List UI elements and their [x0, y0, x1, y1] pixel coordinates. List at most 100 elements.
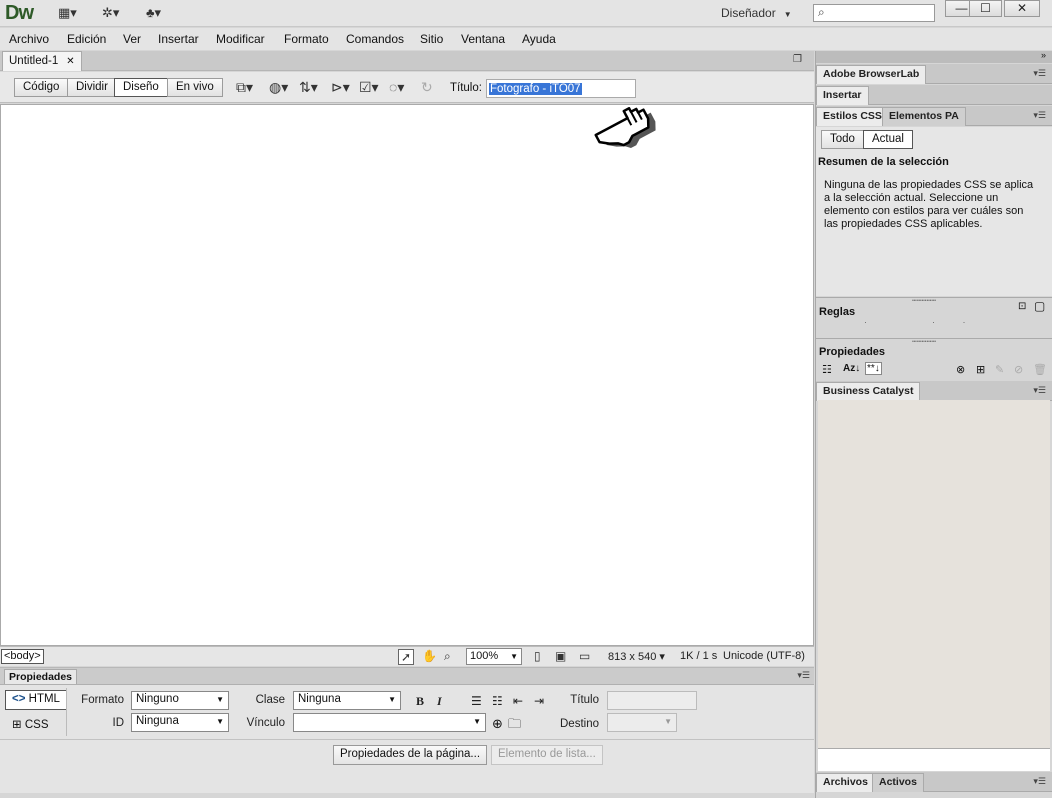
formato-select[interactable]: Ninguno ▼: [131, 691, 229, 710]
menu-ayuda[interactable]: Ayuda: [522, 32, 556, 46]
browser-preview-icon[interactable]: ◍▾: [269, 79, 288, 96]
browse-folder-icon[interactable]: 🗀: [508, 715, 521, 737]
tab-elementos-pa[interactable]: Elementos PA: [882, 107, 966, 126]
hand-tool-icon[interactable]: ✋: [422, 649, 437, 663]
panel-options-icon[interactable]: ▾☰: [1033, 385, 1046, 396]
resize-grip[interactable]: ┅┅┅┅┅: [912, 337, 936, 346]
propiedades-title: Propiedades: [819, 346, 886, 358]
menu-bar: Archivo Edición Ver Insertar Modificar F…: [0, 28, 1052, 50]
show-info-icon[interactable]: ▢: [1034, 299, 1045, 313]
menu-edicion[interactable]: Edición: [67, 32, 106, 46]
maximize-button[interactable]: ☐: [969, 0, 1002, 17]
tab-activos[interactable]: Activos: [872, 773, 924, 792]
workspace-switcher[interactable]: Diseñador ▼: [721, 6, 792, 20]
clase-select[interactable]: Ninguna ▼: [293, 691, 401, 710]
properties-tab[interactable]: Propiedades: [4, 669, 78, 684]
select-tool-icon[interactable]: ➚: [398, 649, 415, 665]
file-management-icon[interactable]: ⇅▾: [299, 79, 318, 96]
page-properties-button[interactable]: Propiedades de la página...: [333, 745, 488, 765]
gear-menu-icon[interactable]: ✲▾: [102, 5, 119, 21]
layout-menu-icon[interactable]: ▦▾: [58, 5, 77, 21]
design-canvas[interactable]: [0, 104, 814, 646]
new-css-rule-icon[interactable]: ⊞: [976, 363, 985, 376]
mobile-size-icon[interactable]: ▯: [534, 649, 541, 663]
visual-aids-icon[interactable]: ◌▾: [389, 79, 404, 96]
pointing-hand-cursor-icon: [594, 106, 656, 149]
tag-selector-body[interactable]: <body>: [1, 649, 44, 664]
view-split-button[interactable]: Dividir: [67, 78, 117, 97]
menu-comandos[interactable]: Comandos: [346, 32, 404, 46]
formato-label: Formato: [81, 694, 124, 706]
ordered-list-icon[interactable]: ☷: [492, 694, 503, 708]
menu-modificar[interactable]: Modificar: [216, 32, 265, 46]
selection-summary-title: Resumen de la selección: [818, 156, 949, 168]
inspect-icon[interactable]: ⊳▾: [331, 79, 350, 96]
menu-sitio[interactable]: Sitio: [420, 32, 443, 46]
view-live-button[interactable]: En vivo: [167, 78, 223, 97]
search-icon: ⌕: [818, 5, 825, 19]
menu-formato[interactable]: Formato: [284, 32, 329, 46]
search-input[interactable]: ⌕: [813, 4, 935, 22]
destino-select[interactable]: ▼: [607, 713, 677, 732]
tab-business-catalyst[interactable]: Business Catalyst: [816, 382, 921, 401]
tab-browserlab[interactable]: Adobe BrowserLab: [816, 65, 927, 84]
view-code-button[interactable]: Código: [14, 78, 69, 97]
tab-insertar[interactable]: Insertar: [816, 86, 869, 105]
document-tab[interactable]: Untitled-1 ✕: [2, 51, 82, 71]
encoding: Unicode (UTF-8): [723, 650, 805, 662]
vinculo-input[interactable]: ▼: [293, 713, 486, 732]
property-inspector-header: Propiedades ▾☰: [0, 668, 814, 685]
disable-property-icon[interactable]: ⊘: [1014, 363, 1023, 376]
multiscreen-icon[interactable]: ⧉▾: [236, 79, 253, 96]
resize-grip[interactable]: ┅┅┅┅┅: [912, 296, 936, 305]
tab-estilos-css[interactable]: Estilos CSS: [816, 107, 889, 126]
set-properties-view-icon[interactable]: **↓: [865, 362, 882, 375]
css-mode-button[interactable]: ⊞ CSS: [12, 717, 49, 731]
category-view-icon[interactable]: ☷: [822, 363, 832, 376]
menu-ventana[interactable]: Ventana: [461, 32, 505, 46]
attach-stylesheet-icon[interactable]: ⊗: [956, 363, 965, 376]
indent-icon[interactable]: ⇥: [534, 694, 544, 708]
tablet-size-icon[interactable]: ▣: [555, 649, 566, 663]
unordered-list-icon[interactable]: ☰: [471, 694, 482, 708]
titulo-label: Título: [570, 694, 599, 706]
actual-button[interactable]: Actual: [863, 130, 913, 149]
italic-icon[interactable]: I: [437, 694, 442, 709]
menu-archivo[interactable]: Archivo: [9, 32, 49, 46]
w3c-validation-icon[interactable]: ☑▾: [359, 79, 379, 96]
panel-options-icon[interactable]: ▾☰: [1033, 110, 1046, 121]
edit-rule-icon[interactable]: ✎: [995, 363, 1004, 376]
todo-button[interactable]: Todo: [821, 130, 864, 149]
tab-archivos[interactable]: Archivos: [816, 773, 875, 792]
show-cascade-icon[interactable]: ⊡: [1018, 301, 1026, 312]
panel-options-icon[interactable]: ▾☰: [1033, 776, 1046, 787]
dock-collapse-bar[interactable]: »: [816, 50, 1052, 63]
site-menu-icon[interactable]: ♣▾: [146, 5, 161, 21]
refresh-icon[interactable]: ↻: [421, 79, 433, 96]
collapse-icon[interactable]: »: [1041, 50, 1046, 60]
panel-options-icon[interactable]: ▾☰: [797, 670, 810, 681]
business-catalyst-footer: [818, 748, 1050, 771]
desktop-size-icon[interactable]: ▭: [579, 649, 590, 663]
titulo-input[interactable]: [607, 691, 697, 710]
panel-options-icon[interactable]: ▾☰: [1033, 68, 1046, 79]
list-item-button[interactable]: Elemento de lista...: [491, 745, 603, 765]
vinculo-label: Vínculo: [246, 717, 285, 729]
menu-ver[interactable]: Ver: [123, 32, 141, 46]
delete-rule-icon[interactable]: 🗑: [1033, 363, 1047, 376]
zoom-tool-icon[interactable]: ⌕: [444, 649, 451, 664]
alphabetical-view-icon[interactable]: Az↓: [843, 363, 860, 374]
close-tab-icon[interactable]: ✕: [66, 56, 74, 67]
html-mode-button[interactable]: <> HTML: [5, 690, 67, 710]
outdent-icon[interactable]: ⇤: [513, 694, 523, 708]
restore-window-icon[interactable]: ❐: [793, 54, 802, 65]
view-design-button[interactable]: Diseño: [114, 78, 168, 97]
id-select[interactable]: Ninguna ▼: [131, 713, 229, 732]
window-size[interactable]: 813 x 540 ▾: [608, 650, 665, 663]
zoom-select[interactable]: 100% ▼: [466, 648, 522, 665]
bold-icon[interactable]: B: [416, 694, 424, 709]
close-button[interactable]: ✕: [1004, 0, 1040, 17]
menu-insertar[interactable]: Insertar: [158, 32, 199, 46]
point-to-file-icon[interactable]: ⊕: [492, 716, 503, 732]
business-catalyst-content: [818, 400, 1050, 770]
